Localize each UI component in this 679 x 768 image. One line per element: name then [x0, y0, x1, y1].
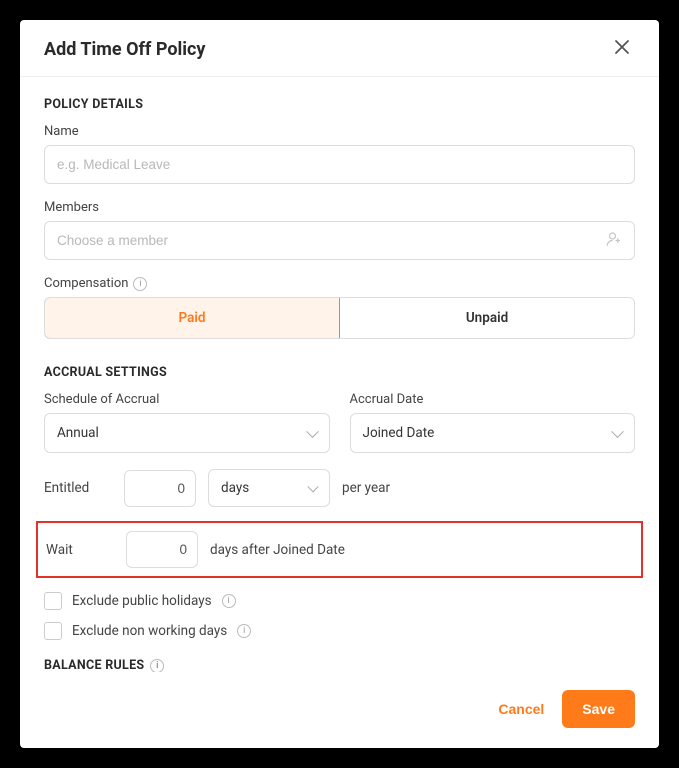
name-input[interactable] — [44, 145, 635, 184]
members-field: Members — [44, 200, 635, 260]
info-icon[interactable]: i — [237, 624, 251, 638]
entitled-label: Entitled — [44, 480, 112, 496]
compensation-toggle: Paid Unpaid — [44, 297, 635, 339]
add-time-off-modal: Add Time Off Policy POLICY DETAILS Name … — [20, 20, 659, 748]
exclude-holidays-checkbox[interactable] — [44, 592, 62, 610]
wait-suffix: days after Joined Date — [210, 542, 345, 558]
wait-row: Wait days after Joined Date — [44, 531, 635, 568]
exclude-nonworking-row: Exclude non working days i — [44, 622, 635, 640]
exclude-holidays-label: Exclude public holidays — [72, 593, 212, 609]
entitled-row: Entitled days per year — [44, 469, 635, 507]
info-icon[interactable]: i — [150, 659, 164, 673]
exclude-nonworking-checkbox[interactable] — [44, 622, 62, 640]
modal-footer: Cancel Save — [20, 672, 659, 748]
wait-highlight: Wait days after Joined Date — [36, 521, 643, 578]
wait-input[interactable] — [126, 531, 198, 568]
schedule-label: Schedule of Accrual — [44, 392, 330, 407]
add-member-icon[interactable] — [605, 230, 623, 252]
accrual-date-label: Accrual Date — [350, 392, 636, 407]
wait-label: Wait — [46, 542, 114, 558]
accrual-row: Schedule of Accrual Annual Accrual Date … — [44, 392, 635, 453]
modal-header: Add Time Off Policy — [20, 20, 659, 77]
accrual-settings-title: ACCRUAL SETTINGS — [44, 365, 635, 380]
entitled-input[interactable] — [124, 470, 196, 507]
name-field: Name — [44, 124, 635, 184]
policy-details-title: POLICY DETAILS — [44, 97, 635, 112]
modal-body: POLICY DETAILS Name Members Compensation… — [20, 77, 659, 672]
compensation-label: Compensation i — [44, 276, 635, 291]
accrual-date-select[interactable]: Joined Date — [350, 413, 636, 453]
members-label: Members — [44, 200, 635, 215]
modal-title: Add Time Off Policy — [44, 39, 205, 60]
schedule-select[interactable]: Annual — [44, 413, 330, 453]
unpaid-segment[interactable]: Unpaid — [339, 298, 634, 338]
exclude-holidays-row: Exclude public holidays i — [44, 592, 635, 610]
info-icon[interactable]: i — [133, 277, 147, 291]
cancel-button[interactable]: Cancel — [498, 701, 544, 717]
balance-rules-title: BALANCE RULES i — [44, 658, 635, 672]
paid-segment[interactable]: Paid — [44, 297, 340, 339]
close-icon[interactable] — [609, 38, 635, 60]
info-icon[interactable]: i — [222, 594, 236, 608]
exclude-nonworking-label: Exclude non working days — [72, 623, 227, 639]
entitled-unit-select[interactable]: days — [208, 469, 330, 507]
entitled-suffix: per year — [342, 480, 390, 496]
name-label: Name — [44, 124, 635, 139]
members-input[interactable] — [44, 221, 635, 260]
save-button[interactable]: Save — [562, 690, 635, 728]
